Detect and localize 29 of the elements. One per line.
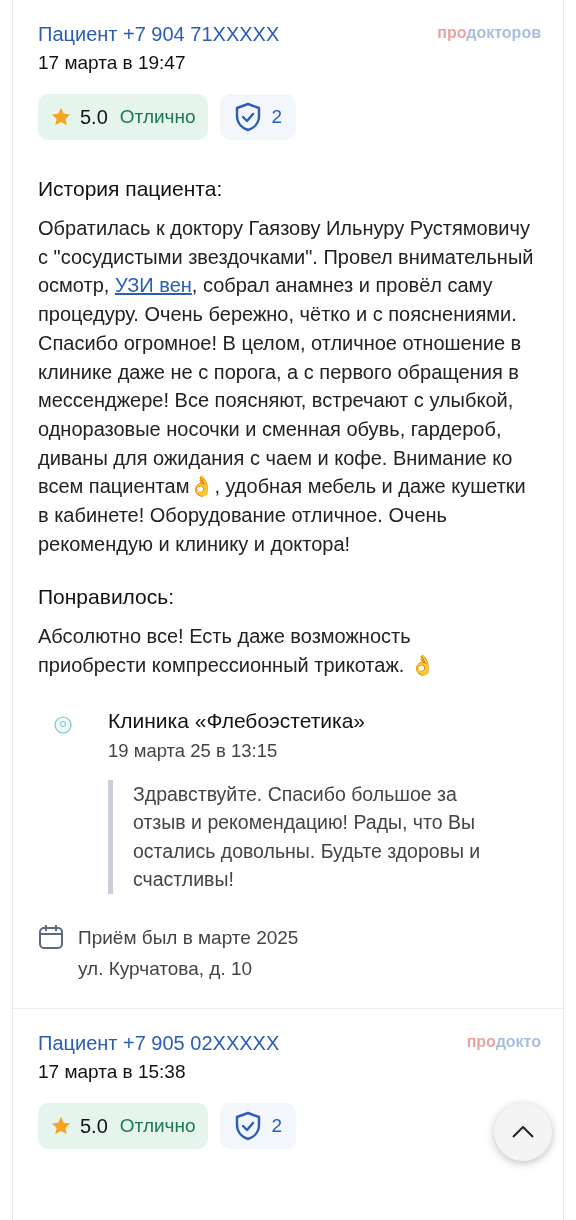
star-icon: [50, 106, 72, 128]
reply-date: 19 марта 25 в 13:15: [108, 738, 279, 763]
review-text: Обратилась к доктору Гаязову Ильнуру Рустямовичу с "сосудистыми звездочками". Провел внимательный осмотр, УЗИ вен, собрал анамнез и провёл саму процедуру. Очень бережно, чётко и с пояснениями. Спасибо огромное! В целом, отличное отношение в клинике даже не с порога, а с первого обращения в мессенджере! Все поясняют, встречают с улыбкой, одноразовые носочки и сменная обувь, гардероб, диваны для ожидания с чаем и кофе. Внимание ко всем пациентам👌, удобная мебель и даже кушетки в кабинете! Оборудование отличное. Очень рекомендую и клинику и доктора!: [38, 216, 535, 557]
shield-check-icon: [233, 1110, 262, 1141]
rating-value: 5.0: [80, 1113, 108, 1139]
clinic-name: Клиника «Флебоэстетика»: [108, 707, 366, 734]
section-heading: Понравилось:: [38, 584, 176, 611]
review-date: 17 марта в 19:47: [38, 51, 187, 75]
clinic-avatar-icon: [54, 715, 72, 734]
link[interactable]: УЗИ вен: [114, 274, 192, 297]
rating-value: 5.0: [80, 105, 108, 130]
reply-text: Здравствуйте. Спасибо большое за отзыв и рекомендацию! Рады, что Вы остались довольны. Будьте здоровы и счастливы!: [108, 779, 541, 894]
author-link[interactable]: Пациент +7 905 02XXXXX: [38, 1028, 280, 1057]
clinic-address: ул. Курчатова, д. 10: [78, 956, 254, 981]
section-heading: История пациента:: [38, 176, 224, 202]
scroll-to-top-button[interactable]: [494, 1103, 552, 1161]
rating-label: Отлично: [119, 104, 196, 129]
chevron-up-icon: [512, 1126, 534, 1138]
shield-check-icon: [233, 102, 262, 132]
review-date: 17 марта в 15:38: [38, 1059, 187, 1084]
review-text: Абсолютно все! Есть даже возможность приобрести компрессионный трикотаж. 👌: [38, 624, 436, 679]
rating-label: Отлично: [119, 1113, 196, 1138]
verified-count: 2: [271, 104, 283, 129]
brand-logo: продокто: [466, 1031, 541, 1052]
calendar-icon: [38, 923, 64, 950]
brand-logo: продокторов: [437, 23, 541, 43]
visit-date: Приём был в марте 2025: [78, 925, 299, 950]
verified-count: 2: [271, 1113, 283, 1138]
author-link[interactable]: Пациент +7 904 71XXXXX: [38, 20, 280, 48]
